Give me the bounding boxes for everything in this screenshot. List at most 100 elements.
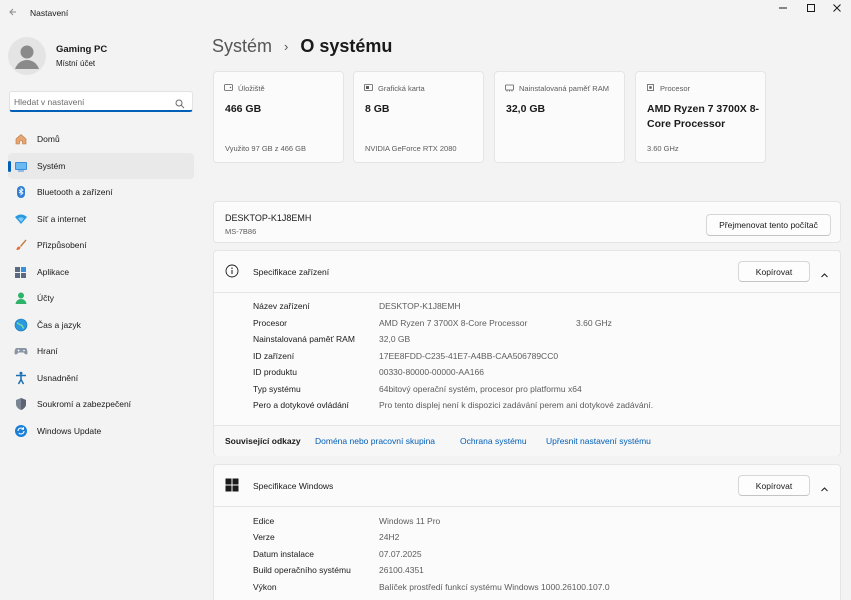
storage-icon	[224, 83, 238, 94]
profile-account-type: Místní účet	[56, 59, 96, 68]
card-title: Grafická karta	[378, 84, 425, 93]
update-icon	[14, 424, 28, 438]
info-icon	[225, 264, 239, 283]
sidebar-item-network[interactable]: Síť a internet	[8, 206, 194, 233]
spec-extra-value: 3.60 GHz	[576, 318, 612, 328]
profile-name: Gaming PC	[56, 44, 108, 55]
spec-label: Datum instalace	[253, 549, 314, 559]
gpu-icon	[364, 83, 378, 94]
back-arrow-icon[interactable]	[6, 6, 20, 20]
sidebar-item-label: Usnadnění	[37, 372, 79, 383]
rename-pc-button[interactable]: Přejmenovat tento počítač	[706, 214, 831, 236]
device-model: MS-7B86	[225, 227, 257, 236]
processor-card[interactable]: Procesor AMD Ryzen 7 3700X 8-Core Proces…	[635, 71, 766, 163]
sidebar-item-home[interactable]: Domů	[8, 126, 194, 153]
gaming-icon	[14, 344, 28, 358]
spec-value: 26100.4351	[379, 565, 424, 575]
copy-device-specs-button[interactable]: Kopírovat	[738, 261, 810, 282]
spec-value: 24H2	[379, 532, 400, 542]
user-profile[interactable]: Gaming PC Místní účet	[8, 37, 198, 75]
ram-icon	[505, 83, 519, 94]
spec-value: Balíček prostředí funkcí systému Windows…	[379, 582, 610, 592]
breadcrumb-parent[interactable]: Systém	[212, 36, 272, 57]
windows-logo-icon	[225, 478, 239, 497]
ram-card[interactable]: Nainstalovaná paměť RAM 32,0 GB	[494, 71, 625, 163]
sidebar-item-label: Hraní	[37, 346, 58, 357]
card-subtitle: Využito 97 GB z 466 GB	[225, 144, 307, 153]
maximize-button[interactable]	[797, 0, 825, 16]
apps-icon	[14, 265, 28, 279]
spec-value: 32,0 GB	[379, 334, 411, 344]
sidebar-item-label: Windows Update	[37, 425, 102, 436]
card-value: 466 GB	[225, 103, 262, 115]
chevron-up-icon[interactable]	[820, 267, 829, 285]
sidebar-item-bluetooth[interactable]: Bluetooth a zařízení	[8, 179, 194, 206]
card-value: AMD Ryzen 7 3700X 8-Core Processor	[647, 103, 760, 130]
page-title: O systému	[300, 36, 393, 56]
cpu-icon	[646, 83, 660, 94]
close-button[interactable]	[823, 0, 851, 16]
app-title: Nastavení	[30, 8, 69, 18]
network-icon	[14, 212, 28, 226]
storage-card[interactable]: Úložiště 466 GB Využito 97 GB z 466 GB	[213, 71, 344, 163]
copy-windows-specs-button[interactable]: Kopírovat	[738, 475, 810, 496]
sidebar-item-privacy[interactable]: Soukromí a zabezpečení	[8, 391, 194, 418]
card-value: 32,0 GB	[506, 103, 546, 115]
spec-value: 17EE8FDD-C235-41E7-A4BB-CAA506789CC0	[379, 351, 559, 361]
spec-label: Procesor	[253, 318, 288, 328]
sidebar-item-label: Aplikace	[37, 266, 70, 277]
card-subtitle: 3.60 GHz	[647, 144, 679, 153]
sidebar-item-label: Síť a internet	[37, 213, 87, 224]
spec-label: Název zařízení	[253, 301, 310, 311]
sidebar-item-label: Systém	[37, 160, 66, 171]
link-domain-workgroup[interactable]: Doména nebo pracovní skupina	[315, 436, 435, 446]
sidebar-item-windows-update[interactable]: Windows Update	[8, 418, 194, 445]
device-specs-section: Specifikace zařízení Kopírovat Název zař…	[213, 250, 841, 456]
spec-value: DESKTOP-K1J8EMH	[379, 301, 461, 311]
sidebar-item-apps[interactable]: Aplikace	[8, 259, 194, 286]
accessibility-icon	[14, 371, 28, 385]
sidebar-nav: Domů Systém Bluetooth a zařízení Síť a i…	[8, 126, 194, 444]
windows-specs-header[interactable]: Specifikace Windows Kopírovat	[214, 465, 840, 507]
sidebar-item-label: Přizpůsobení	[37, 240, 87, 251]
sidebar-item-personalization[interactable]: Přizpůsobení	[8, 232, 194, 259]
spec-value: AMD Ryzen 7 3700X 8-Core Processor	[379, 318, 528, 328]
minimize-button[interactable]	[769, 0, 797, 16]
sidebar-item-system[interactable]: Systém	[8, 152, 194, 179]
spec-label: Edice	[253, 516, 275, 526]
spec-label: Nainstalovaná paměť RAM	[253, 334, 355, 344]
search-box[interactable]	[9, 91, 193, 112]
section-title: Specifikace zařízení	[253, 267, 330, 277]
accounts-icon	[14, 291, 28, 305]
link-advanced-system-settings[interactable]: Upřesnit nastavení systému	[546, 436, 651, 446]
sidebar-item-gaming[interactable]: Hraní	[8, 338, 194, 365]
spec-label: Build operačního systému	[253, 565, 351, 575]
sidebar-item-accounts[interactable]: Účty	[8, 285, 194, 312]
time-language-icon	[14, 318, 28, 332]
spec-label: ID zařízení	[253, 351, 295, 361]
search-icon[interactable]	[175, 96, 185, 114]
device-name: DESKTOP-K1J8EMH	[225, 213, 312, 223]
chevron-up-icon[interactable]	[820, 481, 829, 499]
spec-label: Typ systému	[253, 384, 301, 394]
link-system-protection[interactable]: Ochrana systému	[460, 436, 527, 446]
related-links: Související odkazy Doména nebo pracovní …	[214, 425, 840, 456]
sidebar-item-label: Domů	[37, 134, 60, 145]
sidebar-item-accessibility[interactable]: Usnadnění	[8, 365, 194, 392]
spec-value: Windows 11 Pro	[379, 516, 441, 526]
spec-label: ID produktu	[253, 367, 297, 377]
avatar	[8, 37, 46, 75]
title-bar: Nastavení	[0, 0, 851, 26]
windows-specs-section: Specifikace Windows Kopírovat Edice Wind…	[213, 464, 841, 600]
breadcrumb: Systém › O systému	[212, 36, 392, 57]
sidebar-item-time-language[interactable]: Čas a jazyk	[8, 312, 194, 339]
sidebar-item-label: Bluetooth a zařízení	[37, 187, 113, 198]
graphics-card[interactable]: Grafická karta 8 GB NVIDIA GeForce RTX 2…	[353, 71, 484, 163]
search-input[interactable]	[14, 94, 174, 109]
section-title: Specifikace Windows	[253, 481, 334, 491]
device-specs-header[interactable]: Specifikace zařízení Kopírovat	[214, 251, 840, 293]
breadcrumb-separator: ›	[284, 39, 289, 54]
brush-icon	[14, 238, 28, 252]
spec-value: 64bitový operační systém, procesor pro p…	[379, 384, 582, 394]
bluetooth-icon	[14, 185, 28, 199]
